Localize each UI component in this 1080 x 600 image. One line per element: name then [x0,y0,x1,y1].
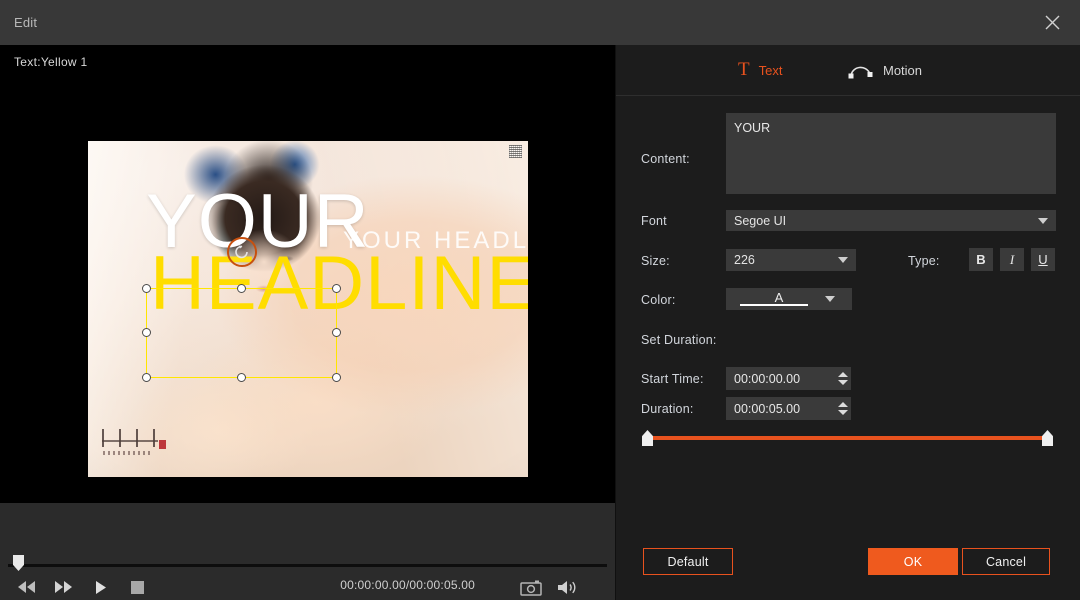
type-label: Type: [908,254,940,268]
timecode-display: 00:00:00.00/00:00:05.00 [340,578,475,592]
fast-forward-button[interactable] [46,573,80,600]
playback-scrubber-track[interactable] [8,564,607,567]
tab-motion-label: Motion [883,62,923,78]
font-label: Font [641,214,667,228]
resize-handle-e[interactable] [332,328,341,337]
resize-handle-sw[interactable] [142,373,151,382]
title-bar: Edit [0,0,1080,45]
qr-watermark-icon [509,145,522,158]
tab-text[interactable]: T Text [738,59,782,81]
italic-button[interactable]: I [1000,248,1024,271]
stop-icon [130,580,144,594]
resize-handle-n[interactable] [236,284,246,293]
speaker-icon [558,580,576,594]
stop-button[interactable] [120,573,154,600]
stepper-up-icon [838,372,848,377]
calligraphy-logo-watermark [102,429,168,455]
color-dropdown[interactable] [808,288,852,310]
duration-input[interactable]: 00:00:05.00 [726,397,835,420]
duration-label: Duration: [641,402,694,416]
rewind-button[interactable] [10,573,44,600]
text-selection-box[interactable] [142,237,341,382]
stepper-down-icon [838,410,848,415]
font-select[interactable]: Segoe UI [726,210,1056,231]
underline-button[interactable]: U [1031,248,1055,271]
resize-handle-s[interactable] [236,373,246,382]
size-select[interactable]: 226 [726,249,856,271]
motion-arc-icon [848,66,873,78]
preview-pane: Text:Yellow 1 YOUR HEADLINE YOUR HEADLIN… [0,45,615,503]
resize-handle-nw[interactable] [142,284,151,293]
start-time-value: 00:00:00.00 [734,371,801,386]
bold-button[interactable]: B [969,248,993,271]
chevron-down-icon [1038,217,1048,224]
resize-handle-se[interactable] [332,373,341,382]
fast-forward-icon [55,581,72,593]
rewind-icon [18,581,35,593]
edit-dialog: Edit Text:Yellow 1 YOUR HEADLINE YOUR HE… [0,0,1080,600]
logo-subtitle [103,451,153,455]
duration-value: 00:00:05.00 [734,401,801,416]
play-button[interactable] [84,573,118,600]
color-label: Color: [641,293,676,307]
default-button[interactable]: Default [643,548,733,575]
resize-handle-w[interactable] [142,328,151,337]
camera-icon [520,580,542,596]
duration-stepper[interactable] [835,397,851,420]
playback-scrubber-handle[interactable] [13,555,24,571]
chevron-down-icon [825,296,835,302]
volume-button[interactable] [555,575,581,599]
start-time-input[interactable]: 00:00:00.00 [726,367,835,390]
snapshot-button[interactable] [519,575,543,599]
close-icon [1045,15,1059,30]
cancel-button[interactable]: Cancel [962,548,1050,575]
logo-seal [159,440,166,449]
content-input[interactable] [726,113,1056,194]
tab-motion[interactable]: Motion [848,62,922,79]
rotate-icon [234,245,248,259]
content-label: Content: [641,152,690,166]
ok-button[interactable]: OK [868,548,958,575]
start-time-label: Start Time: [641,372,704,386]
stepper-up-icon [838,402,848,407]
window-title: Edit [14,15,38,30]
clip-label: Text:Yellow 1 [14,55,88,69]
play-icon [96,580,106,594]
size-value: 226 [734,253,755,267]
start-time-stepper[interactable] [835,367,851,390]
transport-bar: 00:00:00.00/00:00:05.00 [0,503,615,600]
stepper-down-icon [838,380,848,385]
close-button[interactable] [1024,0,1080,45]
set-duration-label: Set Duration: [641,333,717,347]
duration-range-track[interactable] [650,436,1046,440]
chevron-down-icon [838,257,848,263]
panel-tabs: T Text Motion [616,45,1080,96]
font-value: Segoe UI [734,213,787,228]
logo-strokes [102,429,158,447]
overlay-watermark-text: YOUR HEADLINE [343,227,528,254]
color-a-glyph: A [740,291,818,306]
tab-text-label: Text [758,62,783,78]
size-label: Size: [641,254,670,268]
text-t-icon: T [738,59,750,80]
resize-handle-ne[interactable] [332,284,341,293]
rotate-handle[interactable] [226,237,257,267]
